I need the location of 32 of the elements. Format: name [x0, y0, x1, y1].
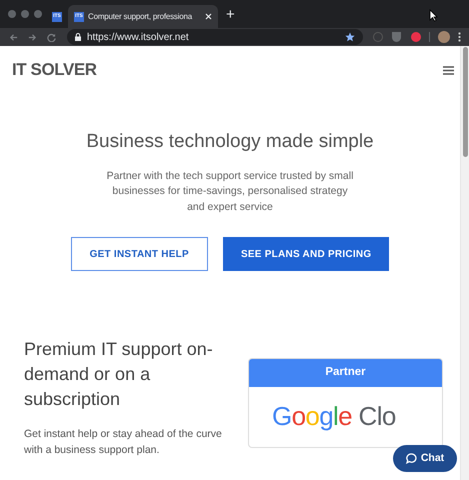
extension-icon[interactable]	[411, 32, 421, 42]
chat-button[interactable]: Chat	[393, 445, 457, 472]
new-tab-button[interactable]: +	[226, 6, 235, 22]
window-zoom-icon[interactable]	[34, 10, 42, 18]
avatar[interactable]	[438, 31, 450, 43]
plans-button[interactable]: SEE PLANS AND PRICING	[222, 237, 390, 271]
forward-icon[interactable]	[28, 32, 37, 42]
site-logo[interactable]: IT SOLVER	[12, 57, 97, 83]
bookmark-star-icon[interactable]	[345, 32, 355, 42]
url-text: https://www.itsolver.net	[87, 30, 190, 44]
mouse-pointer-icon	[429, 9, 438, 22]
section-text: Get instant help or stay ahead of the curve with a business support plan.	[24, 427, 223, 458]
hero-text: Partner with the tech support service trusted by small businesses for time-savings, personalised strategy and expert service	[106, 168, 354, 214]
close-icon[interactable]	[205, 13, 212, 20]
reload-icon[interactable]	[47, 32, 56, 42]
chat-bubble-icon	[406, 453, 417, 464]
menu-icon[interactable]	[443, 66, 454, 74]
menu-icon[interactable]	[458, 32, 461, 42]
help-button[interactable]: GET INSTANT HELP	[70, 237, 208, 271]
window-close-icon[interactable]	[8, 10, 16, 18]
lock-icon	[75, 33, 81, 41]
tab-title: Computer support, professiona	[88, 10, 194, 22]
hero-title: Business technology made simple	[86, 130, 374, 154]
cloud-logo: Google Clo	[272, 401, 396, 431]
card-header: Partner	[249, 359, 442, 387]
address-bar[interactable]: https://www.itsolver.net	[67, 29, 363, 45]
section-title: Premium IT support on-demand or on a subscription	[24, 338, 214, 411]
scrollbar[interactable]	[460, 46, 469, 480]
window-minimize-icon[interactable]	[21, 10, 29, 18]
back-icon[interactable]	[9, 32, 18, 42]
extension-icon[interactable]	[373, 32, 383, 42]
shield-icon[interactable]	[392, 32, 401, 42]
